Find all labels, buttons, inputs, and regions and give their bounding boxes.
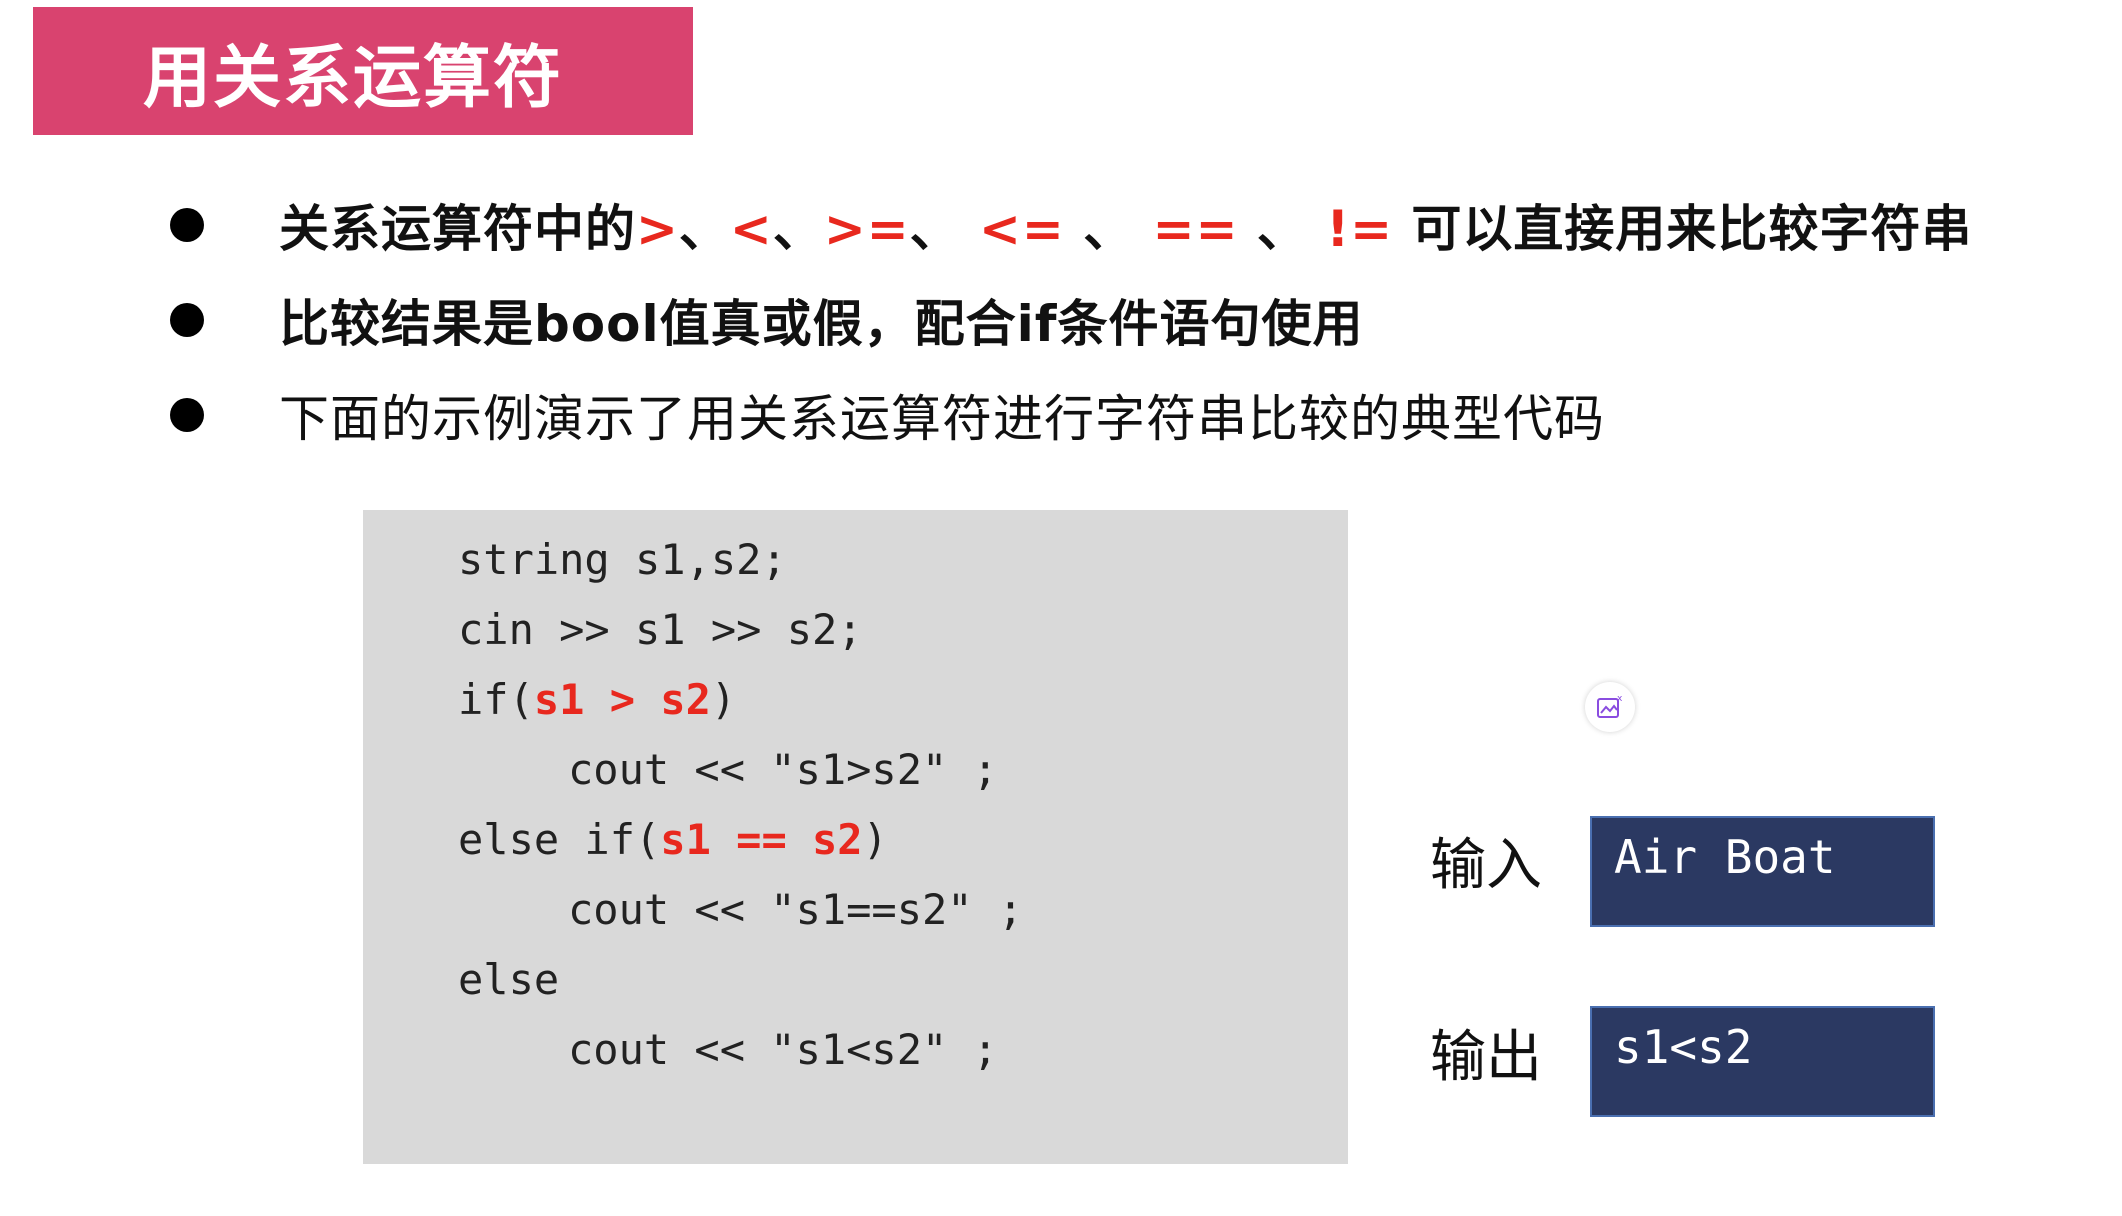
slide-title-banner: 用关系运算符 (33, 7, 693, 135)
bullet-dot-icon (170, 398, 204, 432)
separator: 、 (1064, 200, 1135, 258)
separator: 、 (909, 200, 961, 258)
svg-text:x: x (1617, 694, 1623, 704)
operator-ne: != (1326, 200, 1394, 258)
code-line: else if(s1 == s2) (458, 810, 888, 870)
operator-eq: == (1152, 200, 1239, 258)
input-label: 输入 (1430, 833, 1542, 898)
bullet-1-prefix: 关系运算符中的 (279, 200, 636, 258)
bullet-dot-icon (170, 303, 204, 337)
code-line: cin >> s1 >> s2; (458, 605, 863, 654)
code-highlight: s1 == s2 (660, 815, 863, 864)
output-box: s1<s2 (1590, 1006, 1935, 1117)
slide-title: 用关系运算符 (143, 38, 564, 118)
input-box: Air Boat (1590, 816, 1935, 927)
separator: 、 (772, 200, 824, 258)
code-line: string s1,s2; (458, 535, 787, 584)
code-line: if(s1 > s2) (458, 670, 736, 730)
operator-gt: > (636, 200, 679, 258)
code-text: ) (862, 815, 888, 864)
bullet-item-3: 下面的示例演示了用关系运算符进行字符串比较的典型代码 (170, 375, 1605, 455)
code-line: cout << "s1<s2" ; (568, 1025, 998, 1074)
output-value: s1<s2 (1614, 1020, 1753, 1074)
bullet-item-1: 关系运算符中的>、<、>=、 <= 、 == 、 != 可以直接用来比较字符串 (170, 185, 1972, 265)
code-text: ) (710, 675, 737, 724)
image-edit-icon[interactable]: x (1585, 682, 1635, 732)
code-block: string s1,s2; cin >> s1 >> s2; if(s1 > s… (363, 510, 1348, 1164)
separator: 、 (1238, 200, 1308, 258)
bullet-dot-icon (170, 208, 204, 242)
bullet-item-2: 比较结果是bool值真或假，配合if条件语句使用 (170, 280, 1364, 360)
operator-lt: < (729, 200, 773, 258)
code-line: else (458, 955, 560, 1004)
bullet-text-1: 关系运算符中的>、<、>=、 <= 、 == 、 != 可以直接用来比较字符串 (279, 189, 1972, 261)
operator-le: <= (979, 200, 1065, 258)
input-value: Air Boat (1614, 830, 1836, 884)
code-text: if( (458, 675, 534, 724)
separator: 、 (678, 200, 730, 258)
output-label: 输出 (1430, 1025, 1542, 1090)
operator-ge: >= (823, 200, 910, 258)
code-text: else if( (458, 815, 661, 864)
bullet-text-2: 比较结果是bool值真或假，配合if条件语句使用 (279, 295, 1364, 353)
bullet-1-suffix: 可以直接用来比较字符串 (1393, 200, 1973, 258)
code-line: cout << "s1>s2" ; (568, 745, 998, 794)
bullet-text-3: 下面的示例演示了用关系运算符进行字符串比较的典型代码 (279, 390, 1605, 448)
code-highlight: s1 > s2 (533, 675, 711, 724)
image-edit-glyph: x (1597, 694, 1623, 718)
code-line: cout << "s1==s2" ; (568, 885, 1024, 934)
